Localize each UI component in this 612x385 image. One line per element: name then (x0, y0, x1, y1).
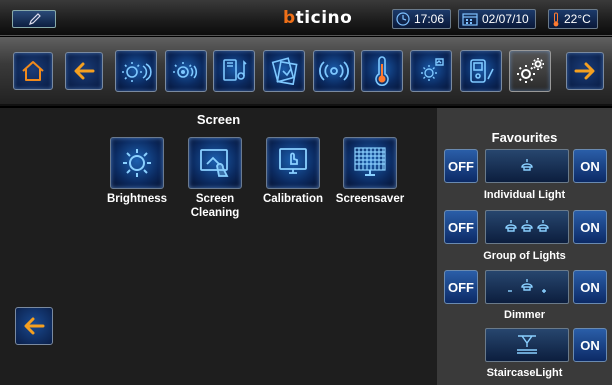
calibration-button[interactable] (266, 137, 320, 189)
staircase-light-on-button[interactable]: ON (573, 328, 607, 362)
calibration-label: Calibration (253, 192, 333, 206)
edit-button[interactable] (12, 10, 56, 28)
individual-light-off-button[interactable]: OFF (444, 149, 478, 183)
group-lights-tile[interactable] (485, 210, 569, 244)
single-lamp-icon (521, 159, 533, 171)
temperature-text: 22°C (564, 12, 591, 26)
settings-icon (517, 58, 544, 83)
multiple-lamps-icon (505, 220, 549, 232)
brightness-label: Brightness (97, 192, 177, 206)
brightness-button[interactable] (110, 137, 164, 189)
dimmer-lamp-icon (508, 279, 546, 293)
temperature-button[interactable] (361, 50, 403, 92)
intercom-button[interactable] (460, 50, 502, 92)
alarm-icon (319, 61, 349, 81)
dimmer-off-button[interactable]: OFF (444, 270, 478, 304)
settings-button[interactable] (509, 50, 551, 92)
calendar-icon (462, 13, 478, 26)
individual-light-on-button[interactable]: ON (573, 149, 607, 183)
clock-display[interactable]: 17:06 (392, 9, 452, 29)
staircase-light-tile[interactable] (485, 328, 569, 362)
back-button[interactable] (15, 307, 53, 345)
sound-system-button[interactable] (213, 50, 255, 92)
prev-page-button[interactable] (65, 52, 103, 90)
screen-cleaning-label-line2: Cleaning (190, 207, 240, 219)
on-label: ON (580, 279, 600, 295)
alarm-button[interactable] (313, 50, 355, 92)
off-label: OFF (448, 279, 474, 295)
automation-icon (173, 62, 198, 79)
group-lights-on-button[interactable]: ON (573, 210, 607, 244)
nav-toolbar (0, 37, 612, 106)
brightness-label-line1: Brightness (106, 193, 168, 205)
calibration-icon (279, 148, 307, 174)
screensaver-icon (354, 147, 386, 176)
calibration-label-line1: Calibration (262, 193, 324, 205)
energy-icon (421, 58, 444, 81)
screen-cleaning-icon (200, 149, 229, 177)
staircase-light-label: StaircaseLight (486, 367, 563, 379)
thermometer-small-icon (553, 12, 559, 26)
screen-cleaning-label: Screen Cleaning (175, 192, 255, 220)
screen-cleaning-label-line1: Screen (195, 193, 235, 205)
dimmer-label: Dimmer (504, 309, 545, 321)
off-label: OFF (448, 158, 474, 174)
on-label: ON (580, 337, 600, 353)
automation-button[interactable] (165, 50, 207, 92)
date-text: 02/07/10 (482, 12, 529, 26)
on-label: ON (580, 158, 600, 174)
lighting-icon (122, 62, 152, 82)
screensaver-button[interactable] (343, 137, 397, 189)
group-lights-off-button[interactable]: OFF (444, 210, 478, 244)
dimmer-on-button[interactable]: ON (573, 270, 607, 304)
group-lights-label: Group of Lights (483, 250, 566, 262)
thermometer-icon (375, 56, 389, 86)
intercom-icon (470, 59, 494, 83)
staircase-light-icon (517, 335, 537, 354)
screensaver-label-line1: Screensaver (335, 193, 405, 205)
individual-light-label: Individual Light (483, 189, 566, 201)
screen-cleaning-button[interactable] (188, 137, 242, 189)
clock-icon (396, 12, 410, 26)
scenarios-button[interactable] (263, 50, 305, 92)
off-label: OFF (448, 219, 474, 235)
brand-logo: bticino (283, 8, 352, 28)
on-label: ON (580, 219, 600, 235)
favourites-title: Favourites (491, 130, 558, 145)
next-page-button[interactable] (566, 52, 604, 90)
home-icon (22, 61, 44, 81)
sound-system-icon (223, 59, 247, 81)
dimmer-tile[interactable] (485, 270, 569, 304)
lighting-button[interactable] (115, 50, 157, 92)
arrow-right-icon (574, 62, 595, 80)
pencil-icon (29, 13, 41, 25)
home-button[interactable] (13, 52, 53, 90)
status-bar: bticino 17:06 02/07/10 22°C (0, 0, 612, 36)
date-display[interactable]: 02/07/10 (458, 9, 536, 29)
individual-light-tile[interactable] (485, 149, 569, 183)
arrow-left-icon (24, 317, 45, 335)
brand-text: bticino (283, 8, 353, 28)
brightness-icon (123, 149, 151, 177)
scenarios-icon (271, 57, 298, 85)
page-title: Screen (196, 112, 241, 127)
energy-button[interactable] (410, 50, 452, 92)
time-text: 17:06 (414, 12, 445, 26)
screensaver-label: Screensaver (330, 192, 410, 206)
arrow-left-icon (74, 62, 95, 80)
temperature-display[interactable]: 22°C (548, 9, 598, 29)
